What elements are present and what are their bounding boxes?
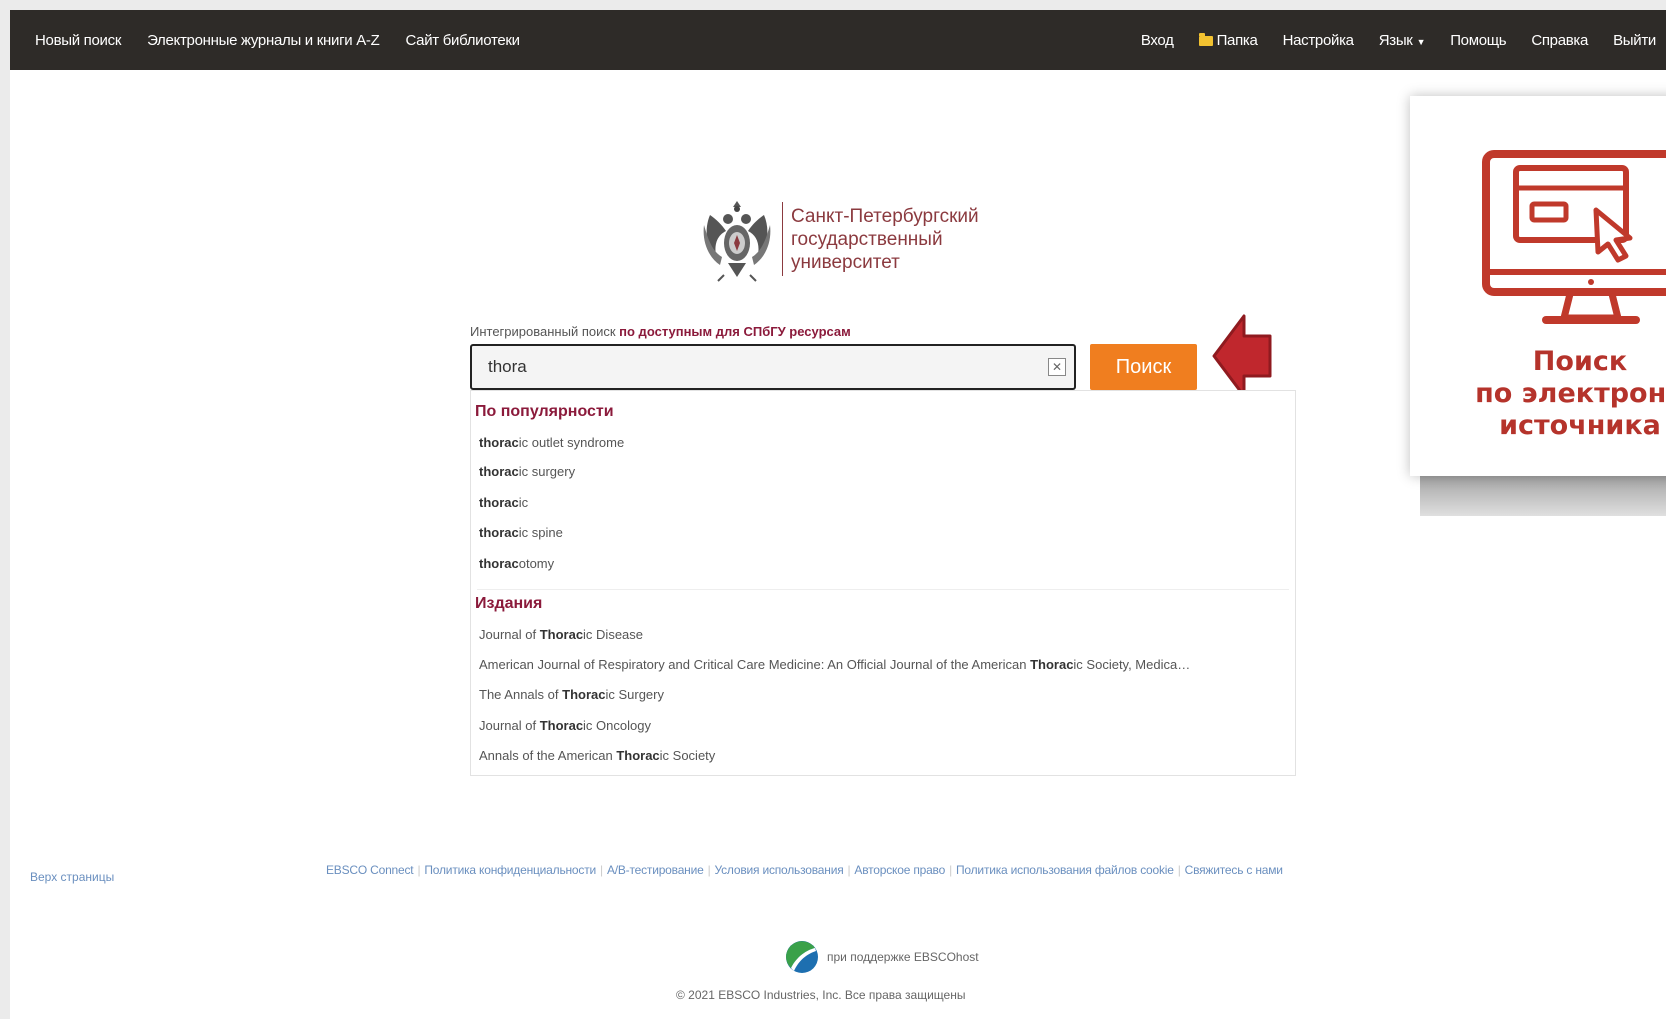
suggestion-match: thorac <box>479 556 519 571</box>
footer-link-privacy[interactable]: Политика конфиденциальности <box>424 863 596 877</box>
university-name-line-2: государственный <box>791 228 943 250</box>
nav-right-group: Вход Папка Настройка Язык ▼ Помощь Справк… <box>1141 10 1656 70</box>
publication-item[interactable]: Journal of Thoracic Disease <box>479 627 1279 642</box>
footer-link-ab-testing[interactable]: A/B-тестирование <box>607 863 704 877</box>
nav-language-dropdown[interactable]: Язык ▼ <box>1378 31 1426 49</box>
suggestion-rest: otomy <box>518 556 555 571</box>
nav-help-link[interactable]: Помощь <box>1450 32 1506 49</box>
suggestion-match: thorac <box>479 435 519 450</box>
publication-item[interactable]: American Journal of Respiratory and Crit… <box>479 657 1279 672</box>
footer-separator: | <box>1177 863 1181 877</box>
footer-separator: | <box>600 863 603 877</box>
university-name: Санкт-Петербургский государственный унив… <box>791 205 979 274</box>
nav-folder-label: Папка <box>1216 31 1258 49</box>
footer-link-contact[interactable]: Свяжитесь с нами <box>1185 863 1283 877</box>
search-label: Интегрированный поиск по доступным для С… <box>470 324 851 339</box>
suggestion-rest: ic spine <box>518 525 563 540</box>
university-logo: Санкт-Петербургский государственный унив… <box>700 195 979 283</box>
university-name-line-3: университет <box>791 251 900 273</box>
close-icon: ✕ <box>1051 360 1063 374</box>
copyright-text: © 2021 EBSCO Industries, Inc. Все права … <box>676 988 966 1002</box>
powered-by-text: при поддержке EBSCOhost <box>827 950 979 964</box>
autocomplete-dropdown: По популярности thoracic outlet syndrome… <box>470 390 1296 776</box>
publication-text: The Annals of <box>479 687 563 702</box>
popular-heading: По популярности <box>475 403 614 420</box>
suggestion-item[interactable]: thoracic outlet syndrome <box>479 435 1279 450</box>
promo-card-shadow <box>1420 476 1666 516</box>
footer-link-terms[interactable]: Условия использования <box>715 863 844 877</box>
search-input[interactable] <box>470 344 1076 390</box>
footer-separator: | <box>949 863 952 877</box>
logo-divider <box>782 202 783 276</box>
promo-card[interactable]: Поиск по электронн источника <box>1410 96 1666 476</box>
publication-match: Thorac <box>562 687 606 702</box>
publication-match: Thorac <box>616 748 660 763</box>
ebsco-logo-icon[interactable] <box>785 940 819 974</box>
footer-link-copyright[interactable]: Авторское право <box>854 863 945 877</box>
nav-new-search-link[interactable]: Новый поиск <box>35 32 121 49</box>
suggestion-match: thorac <box>479 495 519 510</box>
publication-text: ic Society, Medica… <box>1073 657 1191 672</box>
nav-login-link[interactable]: Вход <box>1141 32 1174 49</box>
publication-match: Thorac <box>1030 657 1074 672</box>
red-pointer-arrow-icon <box>1212 314 1272 398</box>
publication-text: Journal of <box>479 718 540 733</box>
footer-separator: | <box>417 863 421 877</box>
footer-links: EBSCO Connect | Политика конфиденциальност… <box>326 863 1283 877</box>
suggestion-rest: ic surgery <box>518 464 576 479</box>
footer-separator: | <box>707 863 711 877</box>
nav-logout-link[interactable]: Выйти <box>1613 32 1656 49</box>
nav-left-group: Новый поиск Электронные журналы и книги … <box>35 10 520 70</box>
publication-match: Thorac <box>539 718 584 733</box>
promo-title-line-2: по электронн <box>1475 378 1666 409</box>
university-name-line-1: Санкт-Петербургский <box>791 205 979 227</box>
caret-down-icon: ▼ <box>1416 36 1426 47</box>
publication-item[interactable]: Annals of the American Thoracic Society <box>479 748 1279 763</box>
search-button[interactable]: Поиск <box>1090 344 1197 390</box>
folder-icon <box>1198 32 1213 46</box>
suggestion-item[interactable]: thoracic spine <box>479 525 1279 540</box>
nav-library-site-link[interactable]: Сайт библиотеки <box>405 32 520 49</box>
promo-title-line-3: источника <box>1499 410 1661 441</box>
search-label-emphasis: по доступным для СПбГУ ресурсам <box>619 324 851 339</box>
publication-text: ic Oncology <box>583 718 651 733</box>
powered-by: при поддержке EBSCOhost <box>785 940 979 974</box>
publication-item[interactable]: Journal of Thoracic Oncology <box>479 718 1279 733</box>
publication-text: ic Disease <box>583 627 644 642</box>
suggestion-rest: ic <box>518 495 529 510</box>
promo-title-line-1: Поиск <box>1532 346 1628 377</box>
back-to-top-link[interactable]: Верх страницы <box>30 870 114 884</box>
nav-settings-link[interactable]: Настройка <box>1283 32 1354 49</box>
suggestion-item[interactable]: thoracic surgery <box>479 464 1279 479</box>
clear-search-button[interactable]: ✕ <box>1048 358 1066 376</box>
computer-monitor-icon <box>1482 150 1666 324</box>
suggestion-item[interactable]: thoracotomy <box>479 556 1279 571</box>
suggestion-rest: ic outlet syndrome <box>518 435 625 450</box>
suggestion-match: thorac <box>479 525 519 540</box>
publications-heading: Издания <box>475 595 543 612</box>
nav-ejournals-az-link[interactable]: Электронные журналы и книги A-Z <box>147 32 380 49</box>
search-label-text: Интегрированный поиск <box>470 324 620 339</box>
top-navigation-bar: Новый поиск Электронные журналы и книги … <box>10 10 1666 70</box>
publication-text: Journal of <box>479 627 540 642</box>
footer-separator: | <box>847 863 851 877</box>
footer-link-cookies[interactable]: Политика использования файлов cookie <box>956 863 1174 877</box>
suggestion-item[interactable]: thoracic <box>479 495 1279 510</box>
eagle-emblem-icon <box>703 201 771 282</box>
publication-text: ic Society <box>659 748 716 763</box>
publication-text: American Journal of Respiratory and Crit… <box>479 657 1031 672</box>
nav-reference-link[interactable]: Справка <box>1531 32 1588 49</box>
nav-language-label: Язык <box>1378 31 1413 49</box>
promo-title: Поиск по электронн источника <box>1410 346 1666 442</box>
footer-link-ebsco-connect[interactable]: EBSCO Connect <box>326 863 414 877</box>
publication-text: ic Surgery <box>605 687 664 702</box>
publication-text: Annals of the American <box>479 748 617 763</box>
page: Новый поиск Электронные журналы и книги … <box>10 10 1666 1019</box>
nav-folder-link[interactable]: Папка <box>1198 31 1258 49</box>
suggestion-match: thorac <box>479 464 519 479</box>
publication-item[interactable]: The Annals of Thoracic Surgery <box>479 687 1279 702</box>
publication-match: Thorac <box>539 627 584 642</box>
dropdown-divider <box>477 589 1289 590</box>
